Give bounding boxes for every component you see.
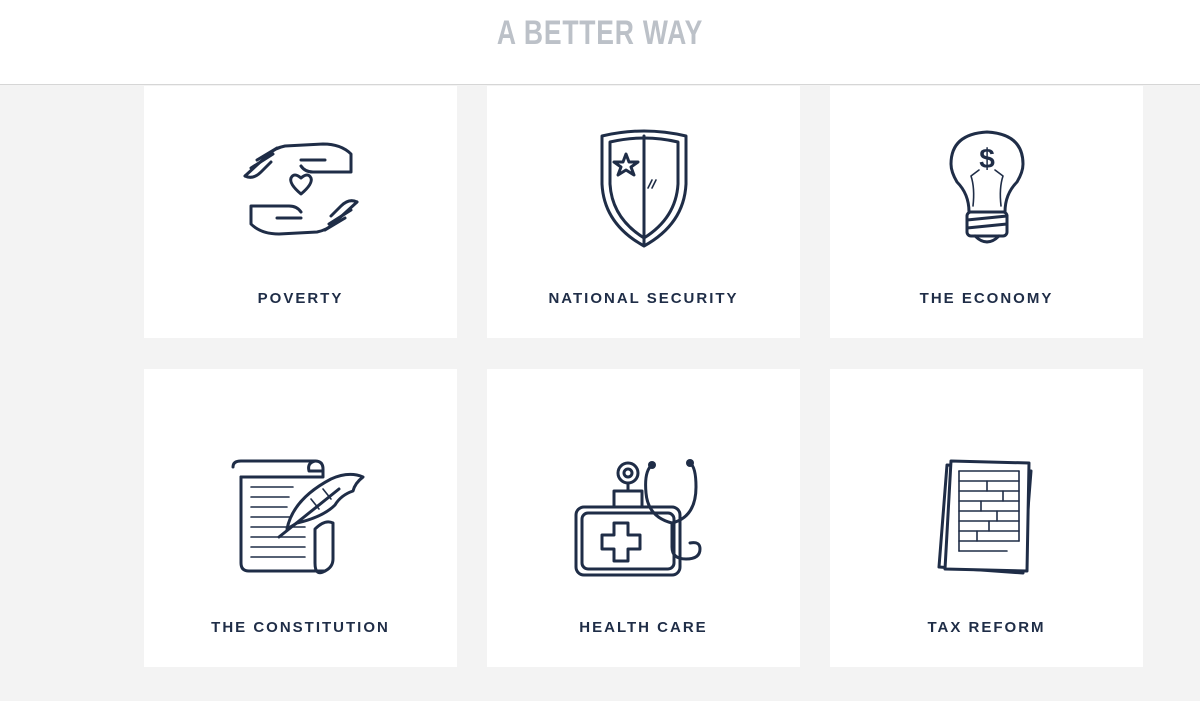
card-label: POVERTY — [257, 290, 344, 307]
site-header: A BETTER WAY — [0, 0, 1200, 85]
card-tax-reform[interactable]: TAX REFORM — [830, 369, 1143, 667]
card-label: TAX REFORM — [927, 619, 1046, 636]
card-label: NATIONAL SECURITY — [548, 290, 739, 307]
tax-documents-icon — [830, 457, 1143, 581]
svg-text:$: $ — [979, 143, 995, 174]
card-label: THE CONSTITUTION — [211, 619, 390, 636]
card-label: HEALTH CARE — [579, 619, 708, 636]
scroll-quill-icon — [144, 459, 457, 579]
card-poverty[interactable]: POVERTY — [144, 86, 457, 338]
medical-bag-stethoscope-icon — [487, 457, 800, 581]
shield-star-icon — [487, 128, 800, 252]
hands-heart-icon — [144, 132, 457, 244]
card-national-security[interactable]: NATIONAL SECURITY — [487, 86, 800, 338]
card-health-care[interactable]: HEALTH CARE — [487, 369, 800, 667]
card-label: THE ECONOMY — [919, 290, 1054, 307]
lightbulb-dollar-icon: $ — [830, 128, 1143, 252]
card-the-constitution[interactable]: THE CONSTITUTION — [144, 369, 457, 667]
card-the-economy[interactable]: $ THE ECONOMY — [830, 86, 1143, 338]
page-title: A BETTER WAY — [496, 14, 704, 52]
